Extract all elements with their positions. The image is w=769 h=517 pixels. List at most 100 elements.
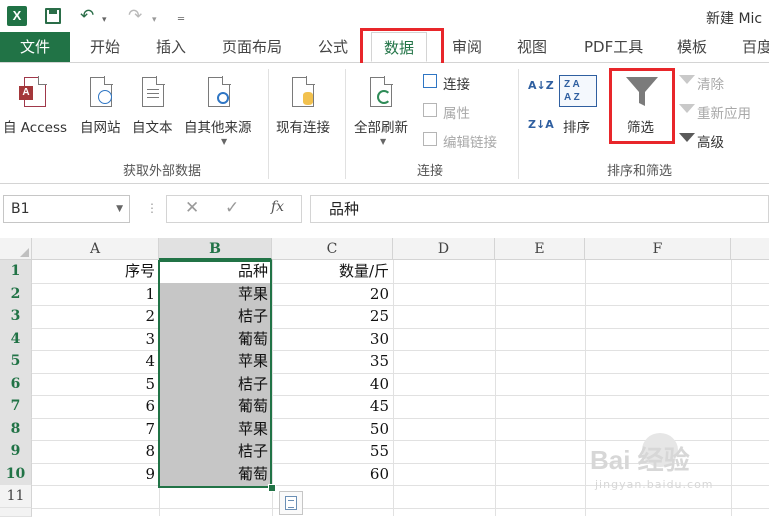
cell-a10[interactable]: 9	[32, 463, 159, 485]
title-bar: X ↶ ▾ ↷ ▾ ═ 新建 Mic	[0, 0, 769, 32]
customize-toolbar-icon[interactable]: ═	[178, 9, 184, 31]
tab-page-layout[interactable]: 页面布局	[222, 32, 282, 62]
undo-icon[interactable]: ↶	[80, 5, 94, 27]
tab-pdf-tools[interactable]: PDF工具	[584, 32, 643, 62]
cell-a1[interactable]: 序号	[32, 260, 159, 282]
cell-b4[interactable]: 葡萄	[159, 328, 272, 350]
column-header-d[interactable]: D	[393, 238, 495, 260]
tab-baidu[interactable]: 百度	[742, 32, 769, 62]
redo-dropdown-icon[interactable]: ▾	[152, 9, 157, 31]
save-icon[interactable]	[45, 8, 61, 24]
filter-funnel-icon	[626, 77, 658, 106]
tab-home[interactable]: 开始	[90, 32, 120, 62]
cell-a3[interactable]: 2	[32, 305, 159, 327]
row-header-4[interactable]: 4	[0, 327, 32, 350]
clear-filter-icon	[679, 75, 695, 84]
select-all-button[interactable]	[0, 238, 32, 260]
cell-b3[interactable]: 桔子	[159, 305, 272, 327]
column-header-b[interactable]: B	[159, 238, 272, 260]
cell-c4[interactable]: 30	[272, 328, 393, 350]
cell-b10[interactable]: 葡萄	[159, 463, 272, 485]
cell-a6[interactable]: 5	[32, 373, 159, 395]
text-file-icon	[142, 76, 165, 107]
edit-links-label: 编辑链接	[443, 135, 497, 151]
cell-a7[interactable]: 6	[32, 395, 159, 417]
chevron-down-icon[interactable]: ▼	[116, 196, 123, 222]
watermark-subtext: jingyan.baidu.com	[595, 478, 714, 491]
formula-input[interactable]: 品种	[310, 195, 769, 223]
cell-c8[interactable]: 50	[272, 418, 393, 440]
row-header-5[interactable]: 5	[0, 350, 32, 373]
cell-b2[interactable]: 苹果	[159, 283, 272, 305]
window-title: 新建 Mic	[706, 11, 763, 27]
cell-b1[interactable]: 品种	[159, 260, 272, 282]
row-header-11[interactable]: 11	[0, 485, 32, 508]
undo-dropdown-icon[interactable]: ▾	[102, 9, 107, 31]
tab-file[interactable]: 文件	[0, 32, 70, 62]
row-header-9[interactable]: 9	[0, 440, 32, 463]
cell-a4[interactable]: 3	[32, 328, 159, 350]
ribbon-tab-bar: 文件 开始 插入 页面布局 公式 数据 审阅 视图 PDF工具 模板 百度	[0, 32, 769, 63]
row-header-2[interactable]: 2	[0, 282, 32, 305]
cell-a8[interactable]: 7	[32, 418, 159, 440]
cell-c5[interactable]: 35	[272, 350, 393, 372]
cell-a2[interactable]: 1	[32, 283, 159, 305]
cell-b9[interactable]: 桔子	[159, 440, 272, 462]
connections-label: 连接	[443, 77, 470, 93]
edit-links-icon	[423, 132, 437, 146]
tab-view[interactable]: 视图	[517, 32, 547, 62]
group-label-connections: 连接	[417, 164, 444, 179]
ribbon-data: A 自 Access 自网站 自文本 自其他来源 ▼ 现有连接 获取外部数据 全…	[0, 63, 769, 184]
tab-templates[interactable]: 模板	[677, 32, 707, 62]
cell-c2[interactable]: 20	[272, 283, 393, 305]
connections-icon	[423, 74, 437, 88]
quick-analysis-button[interactable]	[279, 491, 303, 515]
existing-connections-label: 现有连接	[276, 120, 330, 136]
fill-handle[interactable]	[268, 484, 276, 492]
cell-c6[interactable]: 40	[272, 373, 393, 395]
sort-az-icon: A↓Z	[528, 79, 554, 92]
row-header-8[interactable]: 8	[0, 417, 32, 440]
tab-data[interactable]: 数据	[371, 32, 428, 62]
column-header-c[interactable]: C	[272, 238, 393, 260]
name-box[interactable]: B1 ▼	[3, 195, 130, 223]
cell-b6[interactable]: 桔子	[159, 373, 272, 395]
tab-review[interactable]: 审阅	[452, 32, 482, 62]
from-access-label: 自 Access	[3, 120, 68, 136]
advanced-filter-icon	[679, 133, 695, 142]
cell-b5[interactable]: 苹果	[159, 350, 272, 372]
row-header-10[interactable]: 10	[0, 462, 32, 485]
chevron-down-icon: ▼	[380, 137, 387, 146]
cancel-icon[interactable]: ✕	[185, 198, 199, 218]
column-header-f[interactable]: F	[585, 238, 731, 260]
sort-za-icon: Z↓A	[528, 118, 554, 131]
row-header-3[interactable]: 3	[0, 305, 32, 328]
insert-function-icon[interactable]: fx	[271, 199, 284, 215]
row-header-1[interactable]: 1	[0, 260, 32, 283]
formula-buttons: ✕ ✓ fx	[166, 195, 302, 223]
row-header-12[interactable]	[0, 507, 32, 517]
row-header-7[interactable]: 7	[0, 395, 32, 418]
tab-formulas[interactable]: 公式	[318, 32, 348, 62]
redo-icon[interactable]: ↷	[128, 5, 142, 27]
tab-insert[interactable]: 插入	[156, 32, 186, 62]
cell-c7[interactable]: 45	[272, 395, 393, 417]
column-header-g[interactable]	[731, 238, 769, 260]
cell-c10[interactable]: 60	[272, 463, 393, 485]
group-label-sort-filter: 排序和筛选	[607, 164, 673, 179]
reapply-label: 重新应用	[697, 106, 751, 122]
cell-b7[interactable]: 葡萄	[159, 395, 272, 417]
column-header-e[interactable]: E	[495, 238, 585, 260]
cell-c3[interactable]: 25	[272, 305, 393, 327]
cell-b8[interactable]: 苹果	[159, 418, 272, 440]
cell-a9[interactable]: 8	[32, 440, 159, 462]
quick-analysis-icon	[285, 496, 297, 510]
enter-icon[interactable]: ✓	[225, 198, 239, 218]
cell-a5[interactable]: 4	[32, 350, 159, 372]
cell-c9[interactable]: 55	[272, 440, 393, 462]
column-header-a[interactable]: A	[32, 238, 159, 260]
from-web-label: 自网站	[80, 120, 121, 136]
cell-c1[interactable]: 数量/斤	[272, 260, 393, 282]
row-header-6[interactable]: 6	[0, 372, 32, 395]
properties-icon	[423, 103, 437, 117]
